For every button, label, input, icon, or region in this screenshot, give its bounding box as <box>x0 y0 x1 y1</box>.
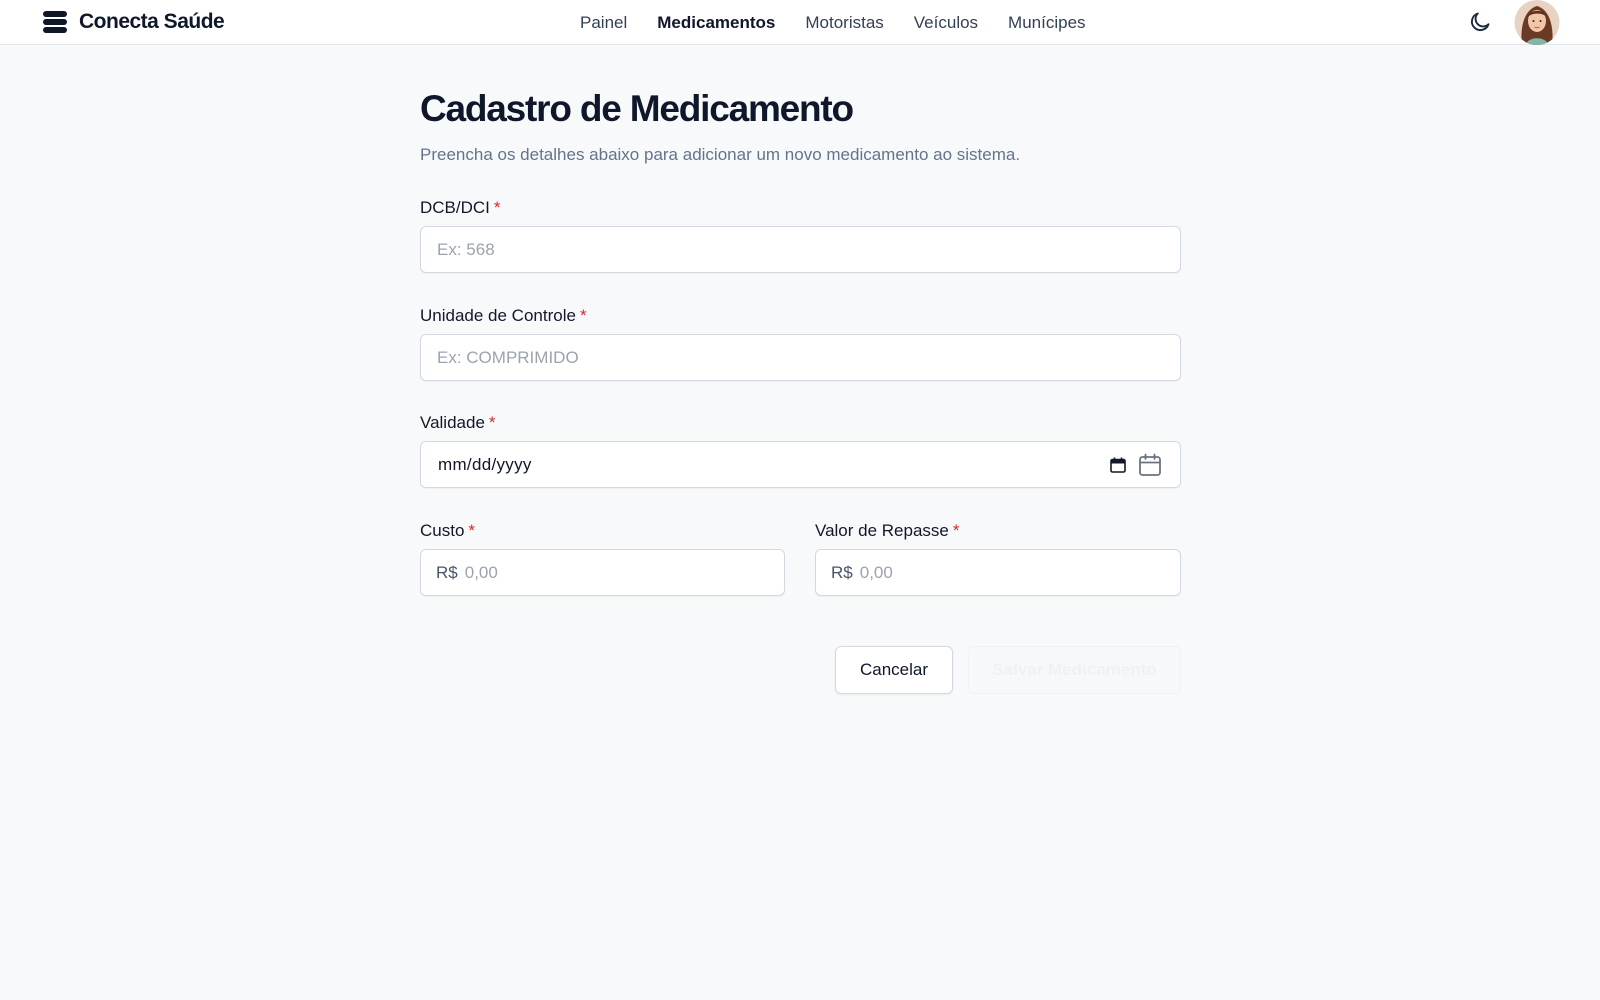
unidade-label-text: Unidade de Controle <box>420 306 576 325</box>
nav-item-veiculos[interactable]: Veículos <box>914 13 978 33</box>
save-medication-button[interactable]: Salvar Medicamento <box>968 646 1181 694</box>
dcb-field-wrapper <box>420 226 1181 273</box>
currency-prefix: R$ <box>436 562 458 582</box>
validade-label: Validade * <box>420 412 496 434</box>
user-avatar[interactable] <box>1514 0 1560 45</box>
nav-item-municipes[interactable]: Munícipes <box>1008 13 1085 33</box>
repasse-input[interactable] <box>852 550 1180 595</box>
nav-item-painel[interactable]: Painel <box>580 13 627 33</box>
validade-date-text: mm/dd/yyyy <box>438 454 532 474</box>
custo-label: Custo * <box>420 520 475 542</box>
required-marker: * <box>579 306 587 325</box>
unidade-field-wrapper <box>420 334 1181 381</box>
unidade-label: Unidade de Controle * <box>420 305 587 327</box>
theme-toggle-button[interactable] <box>1466 8 1494 36</box>
page-heading: Cadastro de Medicamento Preencha os deta… <box>420 84 1180 166</box>
stacked-layers-icon <box>43 11 67 33</box>
moon-icon <box>1471 12 1490 31</box>
custo-field-wrapper: R$ <box>420 549 785 596</box>
page-title: Cadastro de Medicamento <box>420 88 854 129</box>
dcb-label-text: DCB/DCI <box>420 198 490 217</box>
brand[interactable]: Conecta Saúde <box>42 9 225 35</box>
repasse-label-text: Valor de Repasse <box>815 521 949 540</box>
validade-date-input[interactable]: mm/dd/yyyy <box>420 441 1181 488</box>
currency-prefix: R$ <box>831 562 853 582</box>
required-marker: * <box>952 521 960 540</box>
required-marker: * <box>468 521 476 540</box>
repasse-label: Valor de Repasse * <box>815 520 960 542</box>
custo-label-text: Custo <box>420 521 465 540</box>
nav-item-medicamentos[interactable]: Medicamentos <box>657 13 775 33</box>
unidade-input[interactable] <box>421 335 1180 380</box>
validade-label-text: Validade <box>420 413 485 432</box>
top-navigation-bar: Conecta Saúde Painel Medicamentos Motori… <box>0 0 1600 45</box>
brand-name: Conecta Saúde <box>79 10 225 33</box>
dcb-input[interactable] <box>421 227 1180 272</box>
required-marker: * <box>488 413 496 432</box>
calendar-small-icon[interactable] <box>1109 456 1127 474</box>
avatar-image <box>1514 0 1560 45</box>
cancel-button[interactable]: Cancelar <box>835 646 953 694</box>
calendar-icon[interactable] <box>1137 452 1163 478</box>
repasse-field-wrapper: R$ <box>815 549 1181 596</box>
required-marker: * <box>493 198 501 217</box>
nav-item-motoristas[interactable]: Motoristas <box>805 13 883 33</box>
main-nav: Painel Medicamentos Motoristas Veículos … <box>580 0 1116 45</box>
page-subtitle: Preencha os detalhes abaixo para adicion… <box>420 145 1021 164</box>
custo-input[interactable] <box>457 550 784 595</box>
dcb-label: DCB/DCI * <box>420 197 501 219</box>
